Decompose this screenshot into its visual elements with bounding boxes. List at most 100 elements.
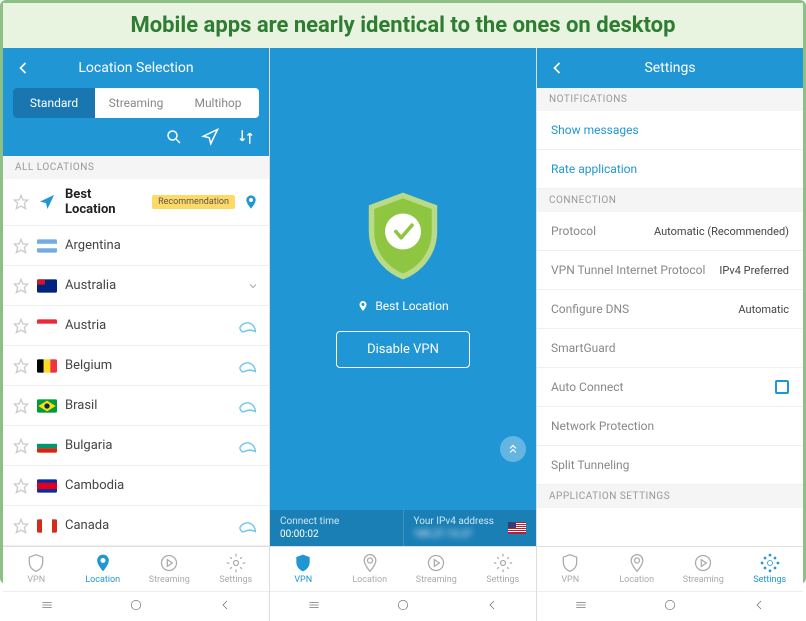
location-best[interactable]: Best Location Recommendation: [3, 179, 269, 226]
flag-icon: [37, 439, 57, 453]
nav-streaming[interactable]: Streaming: [670, 547, 737, 591]
sort-icon[interactable]: [237, 128, 255, 146]
back-icon[interactable]: [547, 58, 567, 78]
flag-us-icon: [508, 522, 526, 534]
status-bar: Connect time 00:00:02 Your IPv4 address …: [270, 510, 536, 546]
expand-up-icon[interactable]: [500, 436, 526, 462]
star-icon[interactable]: [13, 278, 29, 294]
shield-icon: [26, 553, 46, 573]
ip-value: 185.27.13.27: [414, 529, 494, 540]
locate-icon[interactable]: [201, 128, 219, 146]
shield-connected-icon: [358, 191, 448, 281]
location-label: Brasil: [65, 398, 229, 413]
android-home-icon[interactable]: [128, 597, 144, 617]
list-item[interactable]: Austria: [3, 306, 269, 346]
list-item[interactable]: Canada: [3, 506, 269, 546]
page-title: Location Selection: [33, 60, 239, 76]
setting-protocol[interactable]: ProtocolAutomatic (Recommended): [537, 212, 803, 251]
play-icon: [693, 553, 713, 573]
recommendation-badge: Recommendation: [152, 195, 235, 209]
caption-bar: Mobile apps are nearly identical to the …: [3, 3, 803, 48]
location-label: Best Location: [65, 187, 144, 217]
pin-icon: [357, 300, 369, 312]
ip-label: Your IPv4 address: [414, 516, 494, 527]
caption-text: Mobile apps are nearly identical to the …: [19, 13, 787, 38]
speed-icon: [237, 515, 259, 537]
list-item[interactable]: Cambodia: [3, 466, 269, 506]
setting-network-protection[interactable]: Network Protection: [537, 407, 803, 446]
shield-icon: [560, 553, 580, 573]
location-label: Bulgaria: [65, 438, 229, 453]
nav-location[interactable]: Location: [70, 547, 137, 591]
nav-settings[interactable]: Settings: [470, 547, 537, 591]
setting-dns[interactable]: Configure DNSAutomatic: [537, 290, 803, 329]
tab-multihop[interactable]: Multihop: [177, 88, 259, 118]
nav-settings[interactable]: Settings: [203, 547, 270, 591]
chevron-down-icon[interactable]: [247, 280, 259, 292]
android-back-icon[interactable]: [484, 597, 500, 617]
nav-vpn[interactable]: VPN: [270, 547, 337, 591]
star-icon[interactable]: [13, 438, 29, 454]
setting-split-tunneling[interactable]: Split Tunneling: [537, 446, 803, 485]
back-icon[interactable]: [13, 58, 33, 78]
list-item[interactable]: Belgium: [3, 346, 269, 386]
setting-show-messages[interactable]: Show messages: [537, 111, 803, 150]
star-icon[interactable]: [13, 194, 29, 210]
android-home-icon[interactable]: [662, 597, 678, 617]
gear-icon: [760, 553, 780, 573]
pin-icon: [243, 194, 259, 210]
flag-icon: [37, 519, 57, 533]
shield-icon: [293, 553, 313, 573]
list-item[interactable]: Argentina: [3, 226, 269, 266]
setting-autoconnect[interactable]: Auto Connect: [537, 368, 803, 407]
disable-vpn-button[interactable]: Disable VPN: [336, 331, 470, 368]
android-recent-icon[interactable]: [573, 597, 589, 617]
android-recent-icon[interactable]: [39, 597, 55, 617]
connect-time-value: 00:00:02: [280, 529, 393, 540]
search-icon[interactable]: [165, 128, 183, 146]
list-item[interactable]: Bulgaria: [3, 426, 269, 466]
star-icon[interactable]: [13, 518, 29, 534]
setting-rate-app[interactable]: Rate application: [537, 150, 803, 189]
flag-icon: [37, 239, 57, 253]
play-icon: [159, 553, 179, 573]
setting-tunnel[interactable]: VPN Tunnel Internet ProtocolIPv4 Preferr…: [537, 251, 803, 290]
star-icon[interactable]: [13, 398, 29, 414]
location-label: Cambodia: [65, 478, 259, 493]
nav-streaming[interactable]: Streaming: [403, 547, 470, 591]
location-label: Belgium: [65, 358, 229, 373]
nav-settings[interactable]: Settings: [737, 547, 804, 591]
android-recent-icon[interactable]: [306, 597, 322, 617]
checkbox-icon[interactable]: [775, 380, 789, 394]
speed-icon: [237, 395, 259, 417]
speed-icon: [237, 435, 259, 457]
nav-vpn[interactable]: VPN: [3, 547, 70, 591]
setting-smartguard[interactable]: SmartGuard: [537, 329, 803, 368]
section-connection: CONNECTION: [537, 189, 803, 212]
section-app-settings: APPLICATION SETTINGS: [537, 485, 803, 508]
flag-icon: [37, 399, 57, 413]
nav-location[interactable]: Location: [604, 547, 671, 591]
location-label: Austria: [65, 318, 229, 333]
android-back-icon[interactable]: [751, 597, 767, 617]
star-icon[interactable]: [13, 478, 29, 494]
gear-icon: [493, 553, 513, 573]
nav-location[interactable]: Location: [337, 547, 404, 591]
tab-standard[interactable]: Standard: [13, 88, 95, 118]
section-all-locations: ALL LOCATIONS: [3, 156, 269, 179]
android-home-icon[interactable]: [395, 597, 411, 617]
pin-icon: [93, 553, 113, 573]
android-back-icon[interactable]: [217, 597, 233, 617]
star-icon[interactable]: [13, 318, 29, 334]
nav-vpn[interactable]: VPN: [537, 547, 604, 591]
list-item[interactable]: Brasil: [3, 386, 269, 426]
star-icon[interactable]: [13, 358, 29, 374]
tab-streaming[interactable]: Streaming: [95, 88, 177, 118]
pin-icon: [627, 553, 647, 573]
star-icon[interactable]: [13, 238, 29, 254]
speed-icon: [237, 355, 259, 377]
nav-streaming[interactable]: Streaming: [136, 547, 203, 591]
flag-icon: [37, 279, 57, 293]
location-label: Australia: [65, 278, 239, 293]
list-item[interactable]: Australia: [3, 266, 269, 306]
